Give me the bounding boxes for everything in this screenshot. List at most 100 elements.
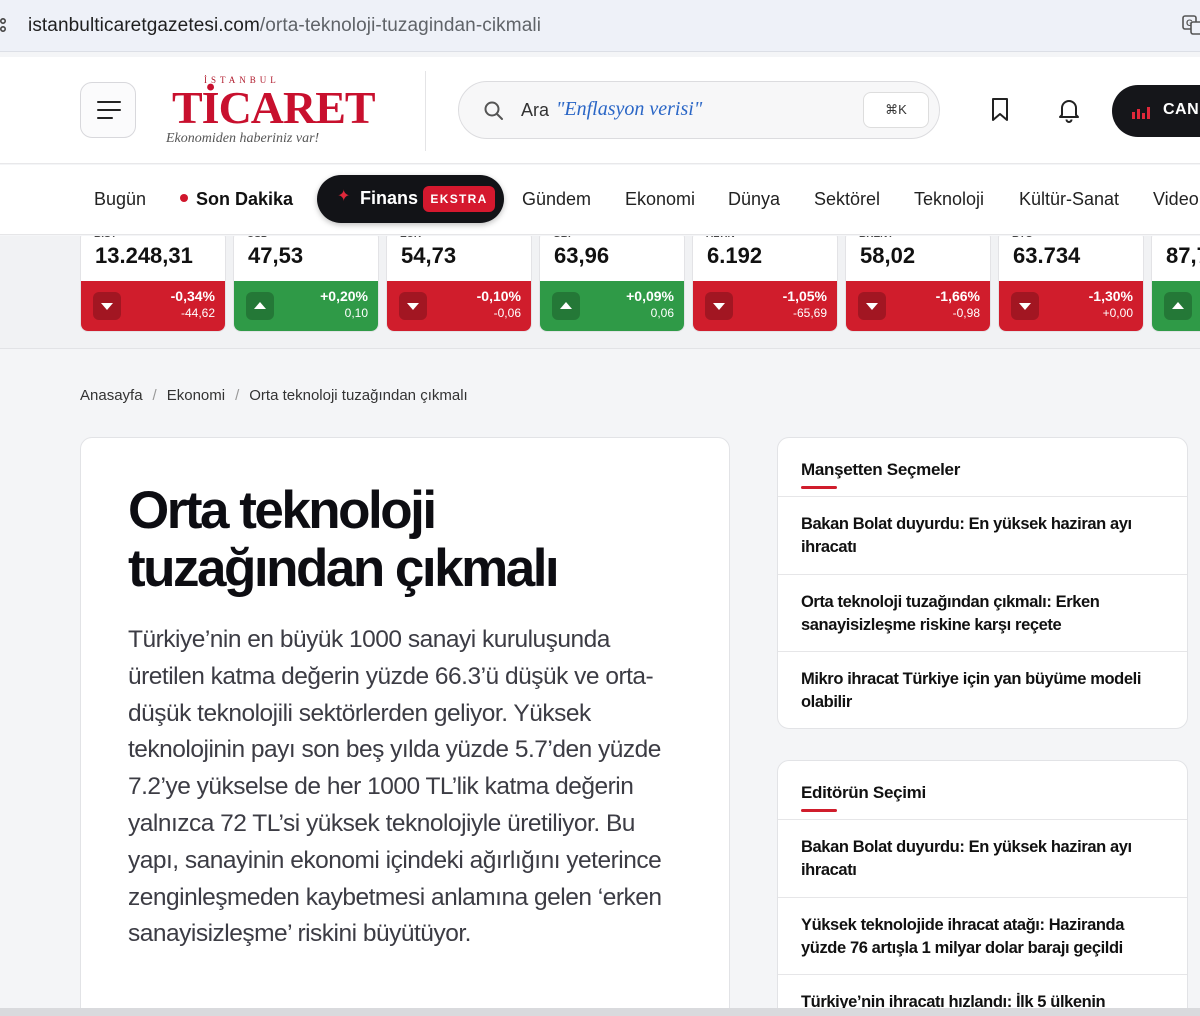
search-input[interactable]: Ara "Enflasyon verisi" ⌘K xyxy=(458,81,940,139)
nav-item-video[interactable]: Video xyxy=(1153,189,1199,210)
live-tv-label: CAN xyxy=(1163,101,1200,118)
ticker-change-absolute: 0,10 xyxy=(344,306,368,320)
search-label: Ara xyxy=(521,100,550,120)
ticker-card[interactable]: BIST 13.248,31 -0,34% -44,62 xyxy=(80,236,226,332)
breadcrumb-separator: / xyxy=(152,387,157,404)
ticker-value: 54,73 xyxy=(401,243,457,268)
breadcrumb-current: Orta teknoloji tuzağından çıkmalı xyxy=(249,387,468,404)
ticker-change-percent: -0,10% xyxy=(476,288,521,304)
list-item[interactable]: Yüksek teknolojide ihracat atağı: Hazira… xyxy=(778,898,1187,975)
url-text[interactable]: istanbulticaretgazetesi.com/orta-teknolo… xyxy=(28,15,541,37)
ticker-change-panel: -0,10% -0,06 xyxy=(387,281,531,331)
ticker-change-panel: -1,66% -0,98 xyxy=(846,281,990,331)
ticker-name: BRENT xyxy=(859,236,893,240)
window-bottom-edge xyxy=(0,1008,1200,1016)
list-item[interactable]: Mikro ihracat Türkiye için yan büyüme mo… xyxy=(778,652,1187,728)
nav-item-gundem[interactable]: Gündem xyxy=(522,189,591,210)
ticker-change-absolute: -0,06 xyxy=(493,306,521,320)
ticker-name: USD xyxy=(247,236,268,240)
nav-item-finans-label: Finans xyxy=(360,188,419,208)
ticker-value: 87,7 xyxy=(1166,243,1200,268)
article-title: Orta teknoloji tuzağından çıkmalı xyxy=(128,481,560,598)
ticker-change-panel xyxy=(1152,281,1200,331)
main-nav: Bugün Son Dakika ✦ Finans EKSTRA Gündem … xyxy=(0,165,1200,235)
nav-item-sektorel[interactable]: Sektörel xyxy=(814,189,880,210)
ticker-value: 63.734 xyxy=(1013,243,1081,268)
ticker-change-absolute: 0,06 xyxy=(650,306,674,320)
ticker-name: BTC xyxy=(1012,236,1033,240)
ticker-name: EUR xyxy=(400,236,421,240)
ticker-card[interactable]: GBP 63,96 +0,09% 0,06 xyxy=(539,236,685,332)
breadcrumb-ekonomi[interactable]: Ekonomi xyxy=(167,387,225,404)
ticker-card[interactable]: EUR 54,73 -0,10% -0,06 xyxy=(386,236,532,332)
ticker-value: 13.248,31 xyxy=(95,243,193,268)
arrow-up-icon xyxy=(246,292,274,320)
ticker-change-panel: -0,34% -44,62 xyxy=(81,281,225,331)
ticker-change-panel: +0,09% 0,06 xyxy=(540,281,684,331)
arrow-down-icon xyxy=(93,292,121,320)
live-tv-button[interactable]: CAN xyxy=(1112,85,1200,137)
translate-icon[interactable]: G xyxy=(1182,14,1200,36)
side-card-header: Editörün Seçimi xyxy=(778,761,1187,820)
menu-line xyxy=(97,117,113,120)
ticker-change-percent: +0,09% xyxy=(626,288,674,304)
search-icon xyxy=(484,101,503,120)
ticker-value: 63,96 xyxy=(554,243,610,268)
menu-button[interactable] xyxy=(80,82,136,138)
browser-address-bar[interactable]: istanbulticaretgazetesi.com/orta-teknolo… xyxy=(0,0,1200,52)
nav-item-teknoloji[interactable]: Teknoloji xyxy=(914,189,984,210)
ticker-card[interactable]: ALTIN 6.192 -1,05% -65,69 xyxy=(692,236,838,332)
ticker-change-absolute: -0,98 xyxy=(952,306,980,320)
ticker-card[interactable]: 87,7 xyxy=(1151,236,1200,332)
menu-line xyxy=(97,101,121,104)
title-underline xyxy=(801,809,837,812)
breadcrumb: Anasayfa / Ekonomi / Orta teknoloji tuzağınd… xyxy=(80,387,468,404)
ticker-change-percent: -1,66% xyxy=(935,288,980,304)
nav-item-son-dakika[interactable]: Son Dakika xyxy=(180,189,293,210)
ticker-value: 58,02 xyxy=(860,243,916,268)
nav-item-kultur-sanat[interactable]: Kültür-Sanat xyxy=(1019,189,1119,210)
list-item[interactable]: Bakan Bolat duyurdu: En yüksek haziran a… xyxy=(778,497,1187,575)
nav-item-son-dakika-label: Son Dakika xyxy=(196,189,294,209)
nav-item-bugun[interactable]: Bugün xyxy=(94,189,146,210)
ticker-card[interactable]: BTC 63.734 -1,30% +0,00 xyxy=(998,236,1144,332)
side-card-title: Manşetten Seçmeler xyxy=(801,460,961,479)
ticker-change-panel: +0,20% 0,10 xyxy=(234,281,378,331)
ticker-card[interactable]: USD 47,53 +0,20% 0,10 xyxy=(233,236,379,332)
title-underline xyxy=(801,486,837,489)
header-divider xyxy=(425,71,426,151)
arrow-up-icon xyxy=(1164,292,1192,320)
ticker-change-percent: -1,05% xyxy=(782,288,827,304)
nav-item-finans[interactable]: ✦ Finans EKSTRA xyxy=(317,175,504,223)
list-item-title: Bakan Bolat duyurdu: En yüksek haziran a… xyxy=(801,515,1132,556)
ekstra-badge: EKSTRA xyxy=(423,186,495,212)
bell-icon[interactable] xyxy=(1056,97,1082,123)
ticker-change-panel: -1,05% -65,69 xyxy=(693,281,837,331)
ticker-change-absolute: -65,69 xyxy=(792,306,827,320)
search-hint: "Enflasyon verisi" xyxy=(556,98,703,120)
list-item-title: Bakan Bolat duyurdu: En yüksek haziran a… xyxy=(801,838,1132,879)
ticker-change-absolute: +0,00 xyxy=(1102,306,1133,320)
nav-item-dunya[interactable]: Dünya xyxy=(728,189,780,210)
nav-item-ekonomi[interactable]: Ekonomi xyxy=(625,189,695,210)
arrow-down-icon xyxy=(858,292,886,320)
logo-tagline: Ekonomiden haberiniz var! xyxy=(166,131,320,146)
side-card-title: Editörün Seçimi xyxy=(801,783,926,802)
breaking-dot-icon xyxy=(180,194,188,202)
breadcrumb-home[interactable]: Anasayfa xyxy=(80,387,143,404)
side-card-header: Manşetten Seçmeler xyxy=(778,438,1187,497)
bookmark-icon[interactable] xyxy=(988,97,1012,123)
list-item[interactable]: Orta teknoloji tuzağından çıkmalı: Erken… xyxy=(778,575,1187,652)
arrow-down-icon xyxy=(399,292,427,320)
breadcrumb-separator: / xyxy=(235,387,240,404)
url-host: istanbulticaretgazetesi.com xyxy=(28,15,260,36)
list-item[interactable]: Bakan Bolat duyurdu: En yüksek haziran a… xyxy=(778,820,1187,898)
logo-main-text: TİCARET xyxy=(172,82,376,133)
site-settings-icon[interactable] xyxy=(0,16,12,34)
arrow-up-icon xyxy=(552,292,580,320)
sparkle-icon: ✦ xyxy=(337,188,351,205)
site-logo[interactable]: İSTANBUL TİCARET Ekonomiden haberiniz va… xyxy=(166,75,376,155)
ticker-card[interactable]: BRENT 58,02 -1,66% -0,98 xyxy=(845,236,991,332)
ticker-change-percent: +0,20% xyxy=(320,288,368,304)
ticker-value: 6.192 xyxy=(707,243,763,268)
